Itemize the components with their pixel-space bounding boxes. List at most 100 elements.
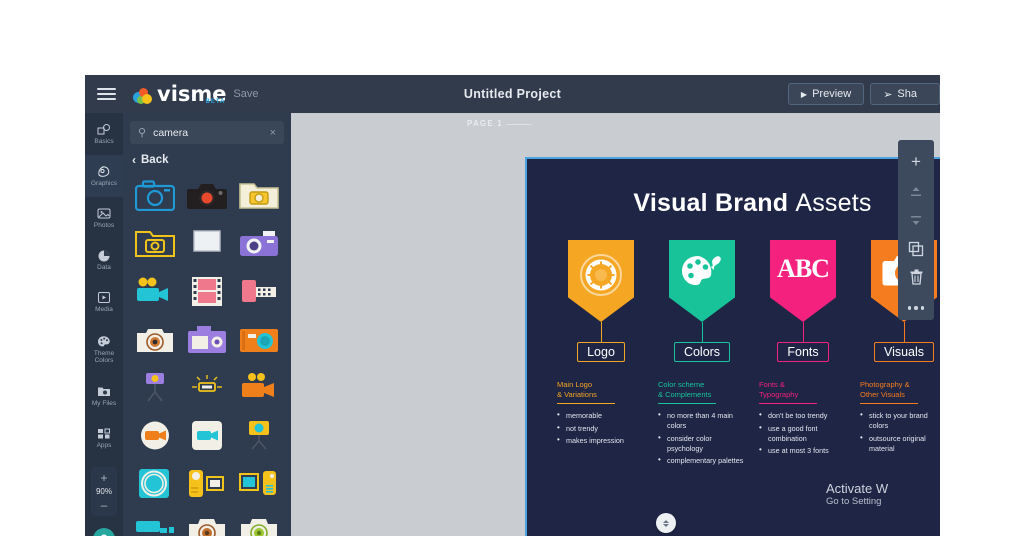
result-camera-tripod-purple[interactable] (132, 367, 178, 407)
stem-line-colors (702, 322, 703, 342)
sidebar-label-photos: Photos (94, 222, 114, 230)
result-video-badge-orange[interactable] (132, 415, 178, 455)
delete-trash-icon[interactable] (898, 263, 934, 292)
result-lens-teal[interactable] (132, 463, 178, 503)
visme-logo-mark-icon (133, 88, 152, 104)
zoom-out-button[interactable]: – (91, 499, 117, 511)
slide-title-bold: Visual Brand (633, 189, 788, 217)
slide-canvas[interactable]: Visual Brand Assets (525, 157, 940, 536)
page-label: PAGE 1 (467, 119, 503, 128)
column-heading-line2-fonts: Typography (759, 390, 847, 400)
result-camera-white-retro[interactable] (132, 319, 178, 359)
chevron-left-icon: ‹ (132, 153, 136, 167)
zoom-in-button[interactable]: + (91, 472, 117, 484)
result-handycam-yellow[interactable] (184, 463, 230, 503)
data-pie-icon (97, 248, 111, 263)
result-camera-orange-retro[interactable] (236, 319, 282, 359)
back-button[interactable]: ‹ Back (132, 153, 284, 167)
canvas-area[interactable]: PAGE 1 Visual Brand Assets (291, 113, 940, 536)
slide-title: Visual Brand Assets (527, 189, 940, 218)
send-backward-icon[interactable] (898, 206, 934, 235)
result-photo-card-teal[interactable] (236, 463, 282, 503)
result-photo-frame-white[interactable] (184, 223, 230, 263)
save-button[interactable]: Save (233, 88, 258, 100)
hamburger-menu-icon[interactable] (85, 75, 127, 113)
result-camera-purple-box[interactable] (184, 319, 230, 359)
sidebar-label-theme-colors: Theme Colors (85, 350, 123, 365)
preview-label: Preview (812, 88, 851, 100)
more-options-icon[interactable] (898, 292, 934, 321)
result-camera-purple[interactable] (236, 223, 282, 263)
search-bar[interactable]: ⚲ camera × (130, 121, 284, 144)
search-input[interactable]: camera (153, 127, 263, 139)
result-camcorder-teal-side[interactable] (132, 511, 178, 536)
sidebar-item-theme-colors[interactable]: Theme Colors (85, 323, 123, 375)
stem-line-fonts (803, 322, 804, 342)
graphics-results-grid (130, 173, 284, 536)
stem-line-visuals (904, 322, 905, 342)
column-heading-line2-colors: & Complements (658, 390, 746, 400)
result-dslr-camera-black[interactable] (184, 175, 230, 215)
result-film-strip-pink[interactable] (184, 271, 230, 311)
result-folder-camera-yellow[interactable] (132, 223, 178, 263)
share-button[interactable]: ➢ Sha (870, 83, 940, 105)
result-camcorder-orange[interactable] (236, 367, 282, 407)
sidebar-item-media[interactable]: Media (85, 281, 123, 323)
bring-forward-icon[interactable] (898, 177, 934, 206)
result-camera-white-brown-lens[interactable] (184, 511, 230, 536)
clear-search-icon[interactable]: × (270, 127, 276, 139)
column-heading-logo: Main Logo & Variations (557, 380, 645, 404)
preview-button[interactable]: ▶ Preview (788, 83, 864, 105)
stem-line-logo (601, 322, 602, 342)
graphics-search-panel: ⚲ camera × ‹ Back (123, 113, 291, 536)
zoom-level-value: 90% (91, 487, 117, 496)
zoom-control: + 90% – (91, 467, 117, 516)
sidebar-item-my-files[interactable]: My Files (85, 375, 123, 417)
page-label-rule (506, 124, 532, 125)
tag-label-colors: Colors (674, 342, 730, 362)
sidebar-label-media: Media (95, 306, 113, 314)
result-camera-white-green-lens[interactable] (236, 511, 282, 536)
duplicate-icon[interactable] (898, 234, 934, 263)
shield-banner-colors (669, 240, 735, 322)
list-item: not trendy (557, 424, 645, 434)
column-heading-line1-fonts: Fonts & (759, 380, 847, 390)
slide-resize-handle[interactable] (656, 513, 676, 533)
abc-letters-icon: ABC (777, 254, 829, 284)
add-icon[interactable]: + (898, 146, 934, 177)
sidebar-item-basics[interactable]: Basics (85, 113, 123, 155)
list-item: consider color psychology (658, 434, 746, 454)
column-bullets-fonts: don't be too trendy use a good font comb… (759, 411, 847, 459)
list-item: no more than 4 main colors (658, 411, 746, 431)
sidebar-item-apps[interactable]: Apps (85, 417, 123, 459)
sidebar-label-my-files: My Files (92, 400, 116, 408)
result-video-badge-teal[interactable] (184, 415, 230, 455)
search-icon: ⚲ (138, 126, 146, 139)
top-bar: visme BETA Save Untitled Project ▶ Previ… (85, 75, 940, 113)
tag-label-fonts: Fonts (777, 342, 828, 362)
result-video-camera-teal[interactable] (132, 271, 178, 311)
result-film-roll-pink[interactable] (236, 271, 282, 311)
sidebar-item-graphics[interactable]: Graphics (85, 155, 123, 197)
column-bullets-colors: no more than 4 main colors consider colo… (658, 411, 746, 469)
result-camera-tripod-yellow[interactable] (236, 415, 282, 455)
visme-editor-window: visme BETA Save Untitled Project ▶ Previ… (85, 75, 940, 536)
top-bar-actions: ▶ Preview ➢ Sha (788, 75, 940, 113)
palette-icon (97, 334, 111, 349)
sidebar-item-data[interactable]: Data (85, 239, 123, 281)
column-heading-fonts: Fonts & Typography (759, 380, 847, 404)
list-item: outsource original material (860, 434, 940, 454)
apps-grid-icon (97, 426, 111, 441)
column-bullets-visuals: stick to your brand colors outsource ori… (860, 411, 940, 456)
result-folder-camera-cream[interactable] (236, 175, 282, 215)
list-item: stick to your brand colors (860, 411, 940, 431)
result-camera-flash-yellow[interactable] (184, 367, 230, 407)
help-button[interactable]: ? (93, 528, 115, 536)
result-camera-outline-blue[interactable] (132, 175, 178, 215)
play-icon: ▶ (801, 90, 807, 99)
my-files-icon (97, 384, 111, 399)
sunburst-logo-icon (580, 254, 622, 301)
column-heading-line1-colors: Color scheme (658, 380, 746, 390)
sidebar-item-photos[interactable]: Photos (85, 197, 123, 239)
share-label: Sha (897, 88, 917, 100)
